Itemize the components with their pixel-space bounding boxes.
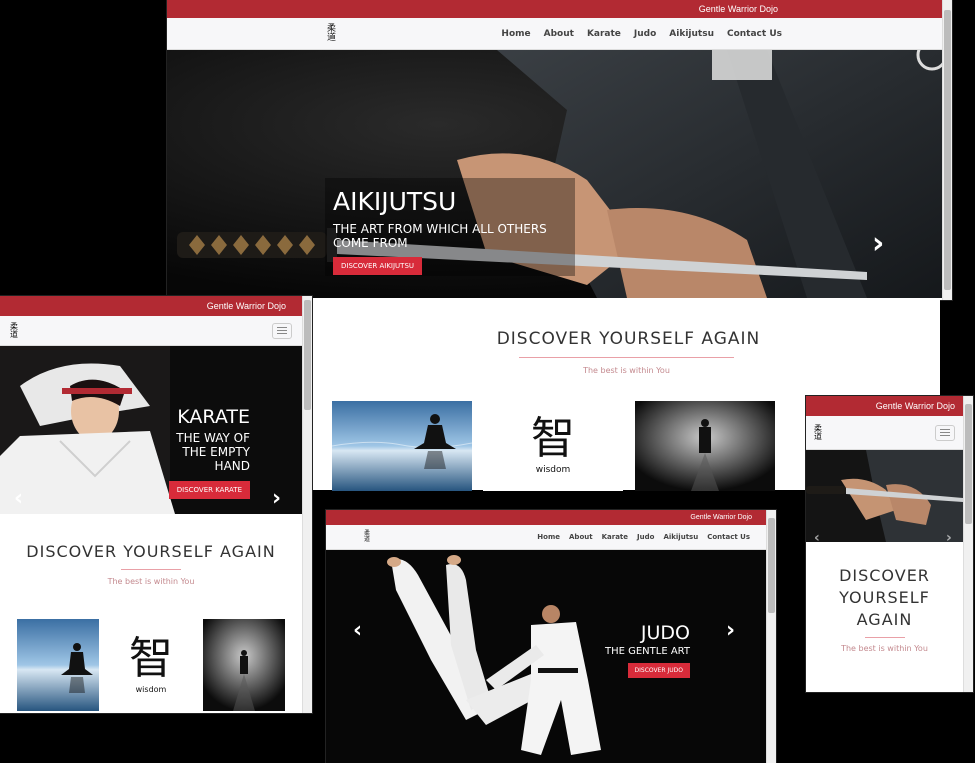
nav-aikijutsu[interactable]: Aikijutsu — [663, 533, 698, 541]
section-title-line-3: AGAIN — [856, 610, 913, 629]
section-panel: DISCOVER YOURSELF AGAIN The best is with… — [806, 542, 963, 692]
hero-carousel-judo: JUDO THE GENTLE ART DISCOVER JUDO ‹ › — [326, 550, 766, 763]
scrollbar[interactable] — [302, 296, 312, 713]
slide-subtitle: THE ART FROM WHICH ALL OTHERS — [333, 222, 547, 236]
nav-about[interactable]: About — [544, 29, 574, 39]
aikijutsu-hero-image — [806, 450, 963, 542]
discover-judo-button[interactable]: DISCOVER JUDO — [627, 663, 690, 678]
navbar: 柔道 — [806, 416, 963, 450]
top-brand-bar: Gentle Warrior Dojo — [806, 396, 963, 416]
slide-title: AIKIJUTSU — [333, 187, 457, 216]
scrollbar-thumb[interactable] — [304, 300, 311, 410]
carousel-next-arrow[interactable]: › — [272, 486, 281, 511]
slide-caption-karate: KARATE THE WAY OF THE EMPTY HAND DISCOVE… — [168, 406, 250, 499]
carousel-prev-arrow[interactable]: ‹ — [14, 486, 23, 511]
wisdom-kanji: 智 — [129, 632, 173, 684]
hero-carousel-aikijutsu: AIKIJUTSU THE ART FROM WHICH ALL OTHERS … — [167, 50, 942, 298]
navbar: 柔道 Home About Karate Judo Aikijutsu Cont… — [167, 18, 942, 50]
slide-subtitle-2: COME FROM — [333, 236, 408, 250]
scrollbar[interactable] — [963, 396, 973, 692]
slide-caption-judo: JUDO THE GENTLE ART DISCOVER JUDO — [605, 622, 690, 678]
scrollbar-thumb[interactable] — [965, 404, 972, 524]
desktop-window-judo: Gentle Warrior Dojo 柔道 Home About Karate… — [326, 510, 776, 763]
meditation-tile[interactable] — [17, 619, 99, 711]
nav-links: Home About Karate Judo Aikijutsu Contact… — [537, 533, 750, 541]
logo-icon[interactable]: 柔道 — [10, 323, 18, 338]
light-figure-tile[interactable] — [635, 401, 775, 491]
navbar: 柔道 — [0, 316, 302, 346]
desktop-window-aikijutsu: Gentle Warrior Dojo 柔道 Home About Karate… — [167, 0, 952, 300]
meditation-tile[interactable] — [332, 401, 472, 491]
slide-title: KARATE — [177, 406, 250, 428]
menu-toggle-icon[interactable] — [935, 424, 955, 441]
brand-name[interactable]: Gentle Warrior Dojo — [690, 514, 752, 521]
nav-home[interactable]: Home — [537, 533, 560, 541]
nav-links: Home About Karate Judo Aikijutsu Contact… — [501, 29, 782, 39]
carousel-next-arrow[interactable]: › — [872, 226, 884, 261]
carousel-prev-arrow[interactable]: ‹ — [353, 618, 362, 643]
section-divider — [121, 569, 181, 570]
carousel-next-arrow[interactable]: › — [946, 530, 952, 542]
nav-aikijutsu[interactable]: Aikijutsu — [669, 29, 714, 39]
brand-name[interactable]: Gentle Warrior Dojo — [876, 401, 955, 411]
nav-home[interactable]: Home — [501, 29, 530, 39]
wisdom-word: wisdom — [535, 465, 571, 475]
carousel-next-arrow[interactable]: › — [726, 618, 735, 643]
navbar: 柔道 Home About Karate Judo Aikijutsu Cont… — [326, 525, 766, 550]
section-title: DISCOVER YOURSELF AGAIN — [26, 542, 276, 561]
menu-toggle-icon[interactable] — [272, 322, 292, 339]
section-title-line-2: YOURSELF — [839, 588, 930, 607]
logo-icon[interactable]: 柔道 — [814, 425, 822, 440]
scrollbar[interactable] — [766, 510, 776, 763]
slide-subtitle: THE GENTLE ART — [604, 646, 690, 657]
logo-icon[interactable]: 柔道 — [364, 531, 370, 542]
section-divider — [519, 357, 734, 358]
hero-carousel-mobile: ‹ › — [806, 450, 963, 542]
hero-carousel-karate: KARATE THE WAY OF THE EMPTY HAND DISCOVE… — [0, 346, 302, 514]
light-figure-tile[interactable] — [203, 619, 285, 711]
discover-aikijutsu-button[interactable]: DISCOVER AIKIJUTSU — [333, 257, 423, 275]
section-title: DISCOVER YOURSELF AGAIN — [496, 329, 761, 349]
karate-hero-image — [0, 346, 302, 514]
slide-caption-aikijutsu: AIKIJUTSU THE ART FROM WHICH ALL OTHERS … — [333, 187, 547, 275]
nav-judo[interactable]: Judo — [637, 533, 654, 541]
scrollbar-thumb[interactable] — [768, 518, 775, 613]
nav-contact[interactable]: Contact Us — [707, 533, 750, 541]
top-brand-bar: Gentle Warrior Dojo — [0, 296, 302, 316]
carousel-prev-arrow[interactable]: ‹ — [814, 530, 820, 542]
judo-hero-image — [326, 550, 766, 763]
logo-icon[interactable]: 柔道 — [327, 25, 336, 42]
tablet-window-karate: Gentle Warrior Dojo 柔道 KARATE THE WAY OF… — [0, 296, 312, 713]
top-brand-bar: Gentle Warrior Dojo — [326, 510, 766, 525]
section-subtitle: The best is within You — [583, 366, 670, 375]
slide-subtitle-3: HAND — [214, 459, 250, 473]
nav-karate[interactable]: Karate — [587, 29, 621, 39]
mobile-window: Gentle Warrior Dojo 柔道 ‹ › DISCOVER YOUR… — [806, 396, 973, 692]
wisdom-tile[interactable]: 智 wisdom — [483, 401, 623, 491]
scrollbar-thumb[interactable] — [944, 10, 951, 290]
top-brand-bar: Gentle Warrior Dojo — [167, 0, 942, 18]
wisdom-word: wisdom — [135, 684, 167, 694]
section-divider — [864, 637, 905, 638]
wisdom-tile[interactable]: 智 wisdom — [110, 619, 192, 711]
section-subtitle: The best is within You — [107, 577, 195, 586]
slide-subtitle-2: THE EMPTY — [182, 445, 250, 459]
section-subtitle: The best is within You — [841, 644, 928, 653]
scrollbar[interactable] — [942, 0, 952, 300]
nav-karate[interactable]: Karate — [602, 533, 628, 541]
section-title-line-1: DISCOVER — [839, 566, 930, 585]
slide-subtitle: THE WAY OF — [176, 431, 250, 445]
wisdom-kanji: 智 — [531, 413, 575, 464]
nav-judo[interactable]: Judo — [634, 29, 656, 39]
discover-karate-button[interactable]: DISCOVER KARATE — [168, 481, 250, 499]
nav-contact[interactable]: Contact Us — [727, 29, 782, 39]
nav-about[interactable]: About — [569, 533, 593, 541]
brand-name[interactable]: Gentle Warrior Dojo — [699, 4, 928, 14]
slide-title: JUDO — [640, 622, 690, 644]
brand-name[interactable]: Gentle Warrior Dojo — [207, 301, 286, 311]
